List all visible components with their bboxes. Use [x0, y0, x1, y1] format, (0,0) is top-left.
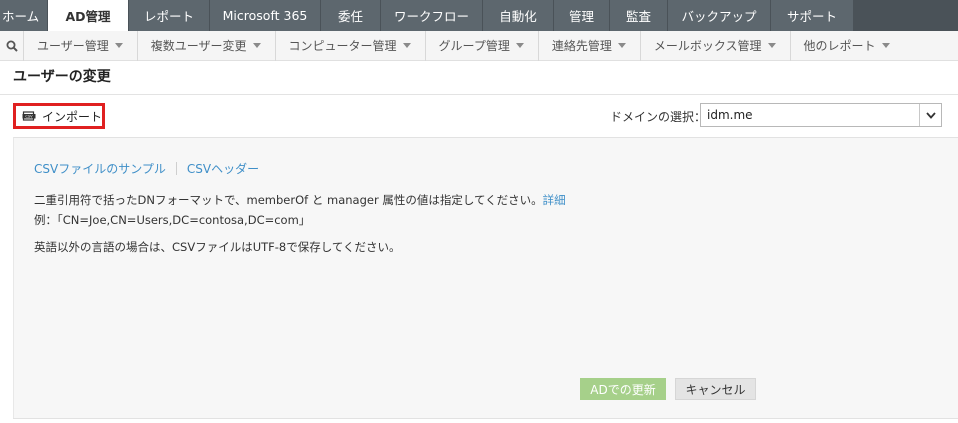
subnav-label: コンピューター管理: [288, 39, 397, 53]
tab-reports[interactable]: レポート: [129, 0, 210, 31]
page-title: ユーザーの変更: [13, 69, 111, 85]
tab-label: Microsoft 365: [222, 8, 308, 23]
chevron-down-icon[interactable]: [919, 104, 941, 126]
tab-ad-management[interactable]: AD管理: [48, 0, 129, 31]
subnav-label: メールボックス管理: [653, 39, 762, 53]
domain-select-value: idm.me: [707, 108, 753, 122]
dn-example: 例：「CN=Joe,CN=Users,DC=contosa,DC=com」: [34, 213, 311, 227]
tab-label: ホーム: [2, 9, 40, 24]
subnav-bulk-user-modification[interactable]: 複数ユーザー変更: [138, 30, 276, 61]
content-panel: [13, 137, 958, 423]
sub-navigation: ユーザー管理 複数ユーザー変更 コンピューター管理 グループ管理 連絡先管理 メ…: [0, 30, 958, 61]
details-link[interactable]: 詳細: [543, 193, 566, 207]
tab-label: AD管理: [65, 9, 111, 24]
csv-import-icon: CSV: [22, 111, 36, 121]
tab-automation[interactable]: 自動化: [483, 0, 554, 31]
cancel-button[interactable]: キャンセル: [675, 378, 756, 400]
subnav-user-management[interactable]: ユーザー管理: [24, 30, 138, 61]
csv-sample-link[interactable]: CSVファイルのサンプル: [34, 160, 166, 177]
chevron-down-icon: [114, 43, 123, 48]
svg-text:CSV: CSV: [25, 115, 33, 119]
subnav-label: ユーザー管理: [37, 39, 109, 53]
tab-admin[interactable]: 管理: [554, 0, 610, 31]
chevron-down-icon: [617, 43, 626, 48]
chevron-down-icon: [515, 43, 524, 48]
chevron-down-icon: [767, 43, 776, 48]
top-navigation: ホーム AD管理 レポート Microsoft 365 委任 ワークフロー 自動…: [0, 0, 958, 31]
tab-backup[interactable]: バックアップ: [668, 0, 771, 31]
chevron-down-icon: [881, 43, 890, 48]
chevron-down-icon: [402, 43, 411, 48]
search-icon-glyph: [6, 40, 18, 52]
subnav-label: 連絡先管理: [551, 39, 612, 53]
subnav-mailbox-management[interactable]: メールボックス管理: [641, 30, 791, 61]
subnav-label: 複数ユーザー変更: [150, 39, 247, 53]
link-separator: [175, 162, 177, 175]
domain-select[interactable]: idm.me: [700, 103, 942, 127]
tab-delegation[interactable]: 委任: [321, 0, 381, 31]
tab-microsoft-365[interactable]: Microsoft 365: [210, 0, 321, 31]
tab-label: 管理: [568, 9, 594, 24]
tab-support[interactable]: サポート: [771, 0, 854, 31]
tab-label: バックアップ: [681, 9, 757, 24]
divider: [0, 94, 958, 95]
tab-home[interactable]: ホーム: [0, 0, 48, 31]
subnav-label: 他のレポート: [803, 39, 876, 53]
dn-format-text: 二重引用符で括ったDNフォーマットで、memberOf と manager 属性…: [34, 193, 543, 207]
tab-label: 委任: [337, 9, 363, 24]
tab-audit[interactable]: 監査: [610, 0, 668, 31]
tab-label: 監査: [625, 9, 651, 24]
tab-workflow[interactable]: ワークフロー: [381, 0, 483, 31]
csv-header-link[interactable]: CSVヘッダー: [187, 160, 259, 177]
csv-links: CSVファイルのサンプル CSVヘッダー: [34, 160, 259, 177]
subnav-contact-management[interactable]: 連絡先管理: [539, 30, 641, 61]
update-in-ad-button[interactable]: ADでの更新: [580, 378, 666, 400]
subnav-computer-management[interactable]: コンピューター管理: [276, 30, 426, 61]
import-label: インポート: [42, 109, 103, 124]
tab-label: ワークフロー: [393, 9, 469, 24]
subnav-label: グループ管理: [438, 39, 510, 53]
domain-select-label: ドメインの選択：: [610, 110, 707, 124]
panel-bottom-edge: [13, 418, 958, 423]
subnav-other-reports[interactable]: 他のレポート: [791, 31, 904, 61]
subnav-group-management[interactable]: グループ管理: [426, 30, 539, 61]
search-icon[interactable]: [0, 30, 24, 61]
dn-format-note: 二重引用符で括ったDNフォーマットで、memberOf と manager 属性…: [34, 192, 566, 208]
tab-label: 自動化: [499, 9, 537, 24]
tab-label: サポート: [786, 9, 837, 24]
utf8-note: 英語以外の言語の場合は、CSVファイルはUTF-8で保存してください。: [34, 240, 401, 254]
tab-label: レポート: [143, 9, 194, 24]
chevron-down-glyph: [925, 111, 936, 119]
chevron-down-icon: [252, 43, 261, 48]
import-button[interactable]: CSV インポート: [13, 103, 105, 129]
